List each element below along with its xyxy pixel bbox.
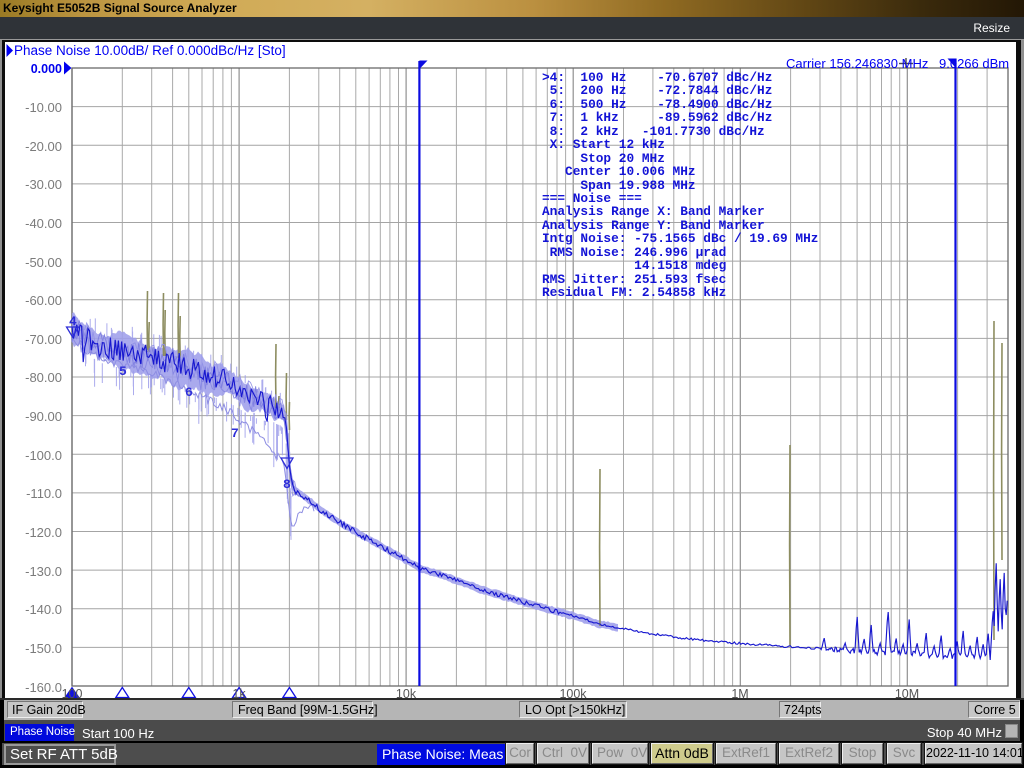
svg-text:7: 7 bbox=[231, 426, 239, 441]
svg-text:8: 8 bbox=[283, 477, 291, 492]
svg-text:5: 5 bbox=[119, 364, 127, 379]
svg-text:6: 6 bbox=[185, 385, 193, 400]
